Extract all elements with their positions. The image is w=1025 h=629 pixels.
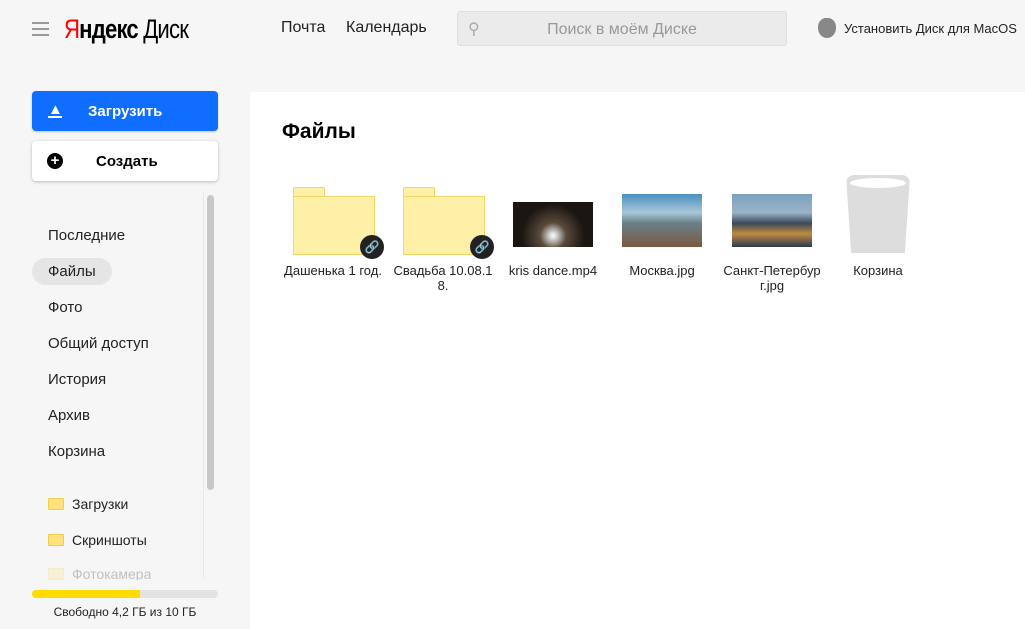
logo-disk: Диск xyxy=(143,14,189,44)
create-button[interactable]: + Создать xyxy=(32,141,218,181)
file-item-image[interactable]: Москва.jpg xyxy=(607,175,717,278)
folder-icon xyxy=(48,534,64,546)
image-thumbnail xyxy=(622,194,702,247)
main-panel: Файлы xyxy=(250,92,1025,629)
storage-bar-fill xyxy=(32,590,140,598)
nav-trash[interactable]: Корзина xyxy=(32,438,121,465)
file-name: Дашенька 1 год. xyxy=(284,263,382,278)
folder-label: Загрузки xyxy=(72,496,129,512)
file-item-image[interactable]: Санкт-Петербург.jpg xyxy=(717,175,827,293)
file-name: Корзина xyxy=(853,263,903,278)
file-item-video[interactable]: kris dance.mp4 xyxy=(498,175,608,278)
image-thumbnail xyxy=(732,194,812,247)
file-name: kris dance.mp4 xyxy=(508,263,598,278)
folder-camera[interactable]: Фотокамера xyxy=(48,568,151,580)
storage-bar xyxy=(32,590,218,598)
create-label: Создать xyxy=(96,152,158,170)
calendar-link[interactable]: Календарь xyxy=(346,19,427,37)
file-name: Санкт-Петербург.jpg xyxy=(723,263,821,293)
logo-ya: Я xyxy=(64,14,80,44)
search-input[interactable]: ⚲ Поиск в моём Диске xyxy=(457,11,787,46)
mail-link[interactable]: Почта xyxy=(281,19,325,37)
folder-label: Скриншоты xyxy=(72,532,147,548)
nav-archive[interactable]: Архив xyxy=(32,402,106,429)
file-item-folder[interactable]: 🔗 Дашенька 1 год. xyxy=(278,175,388,278)
folder-label: Фотокамера xyxy=(72,568,152,580)
nav-recent[interactable]: Последние xyxy=(32,222,141,249)
apple-icon xyxy=(818,18,836,38)
install-label: Установить Диск для MacOS xyxy=(844,20,1017,36)
folder-downloads[interactable]: Загрузки xyxy=(48,496,128,512)
file-name: Москва.jpg xyxy=(629,263,695,278)
trash-icon xyxy=(846,175,910,253)
install-link[interactable]: Установить Диск для MacOS xyxy=(818,18,1017,38)
link-icon: 🔗 xyxy=(360,235,384,259)
folder-icon xyxy=(48,568,64,580)
sidebar-scrollbar[interactable] xyxy=(203,192,217,578)
link-icon: 🔗 xyxy=(470,235,494,259)
nav-shared[interactable]: Общий доступ xyxy=(32,330,165,357)
file-item-trash[interactable]: Корзина xyxy=(823,175,933,278)
logo-yandex: ндекс xyxy=(79,14,139,44)
plus-circle-icon: + xyxy=(47,153,63,169)
nav-photo[interactable]: Фото xyxy=(32,294,98,321)
upload-label: Загрузить xyxy=(88,102,163,120)
folder-screenshots[interactable]: Скриншоты xyxy=(48,532,147,548)
logo[interactable]: Яндекс Диск xyxy=(64,14,189,45)
page-title: Файлы xyxy=(282,120,356,143)
file-item-folder[interactable]: 🔗 Свадьба 10.08.18. xyxy=(388,175,498,293)
nav-history[interactable]: История xyxy=(32,366,122,393)
upload-icon: ▲ xyxy=(48,101,63,118)
scrollbar-thumb[interactable] xyxy=(207,195,214,490)
storage-text: Свободно 4,2 ГБ из 10 ГБ xyxy=(53,605,197,619)
menu-icon[interactable] xyxy=(32,22,49,36)
upload-button[interactable]: ▲ Загрузить xyxy=(32,91,218,131)
nav-files[interactable]: Файлы xyxy=(32,258,112,285)
file-name: Свадьба 10.08.18. xyxy=(393,263,493,293)
video-thumbnail xyxy=(513,202,593,247)
search-placeholder: Поиск в моём Диске xyxy=(547,21,697,38)
folder-icon xyxy=(48,498,64,510)
